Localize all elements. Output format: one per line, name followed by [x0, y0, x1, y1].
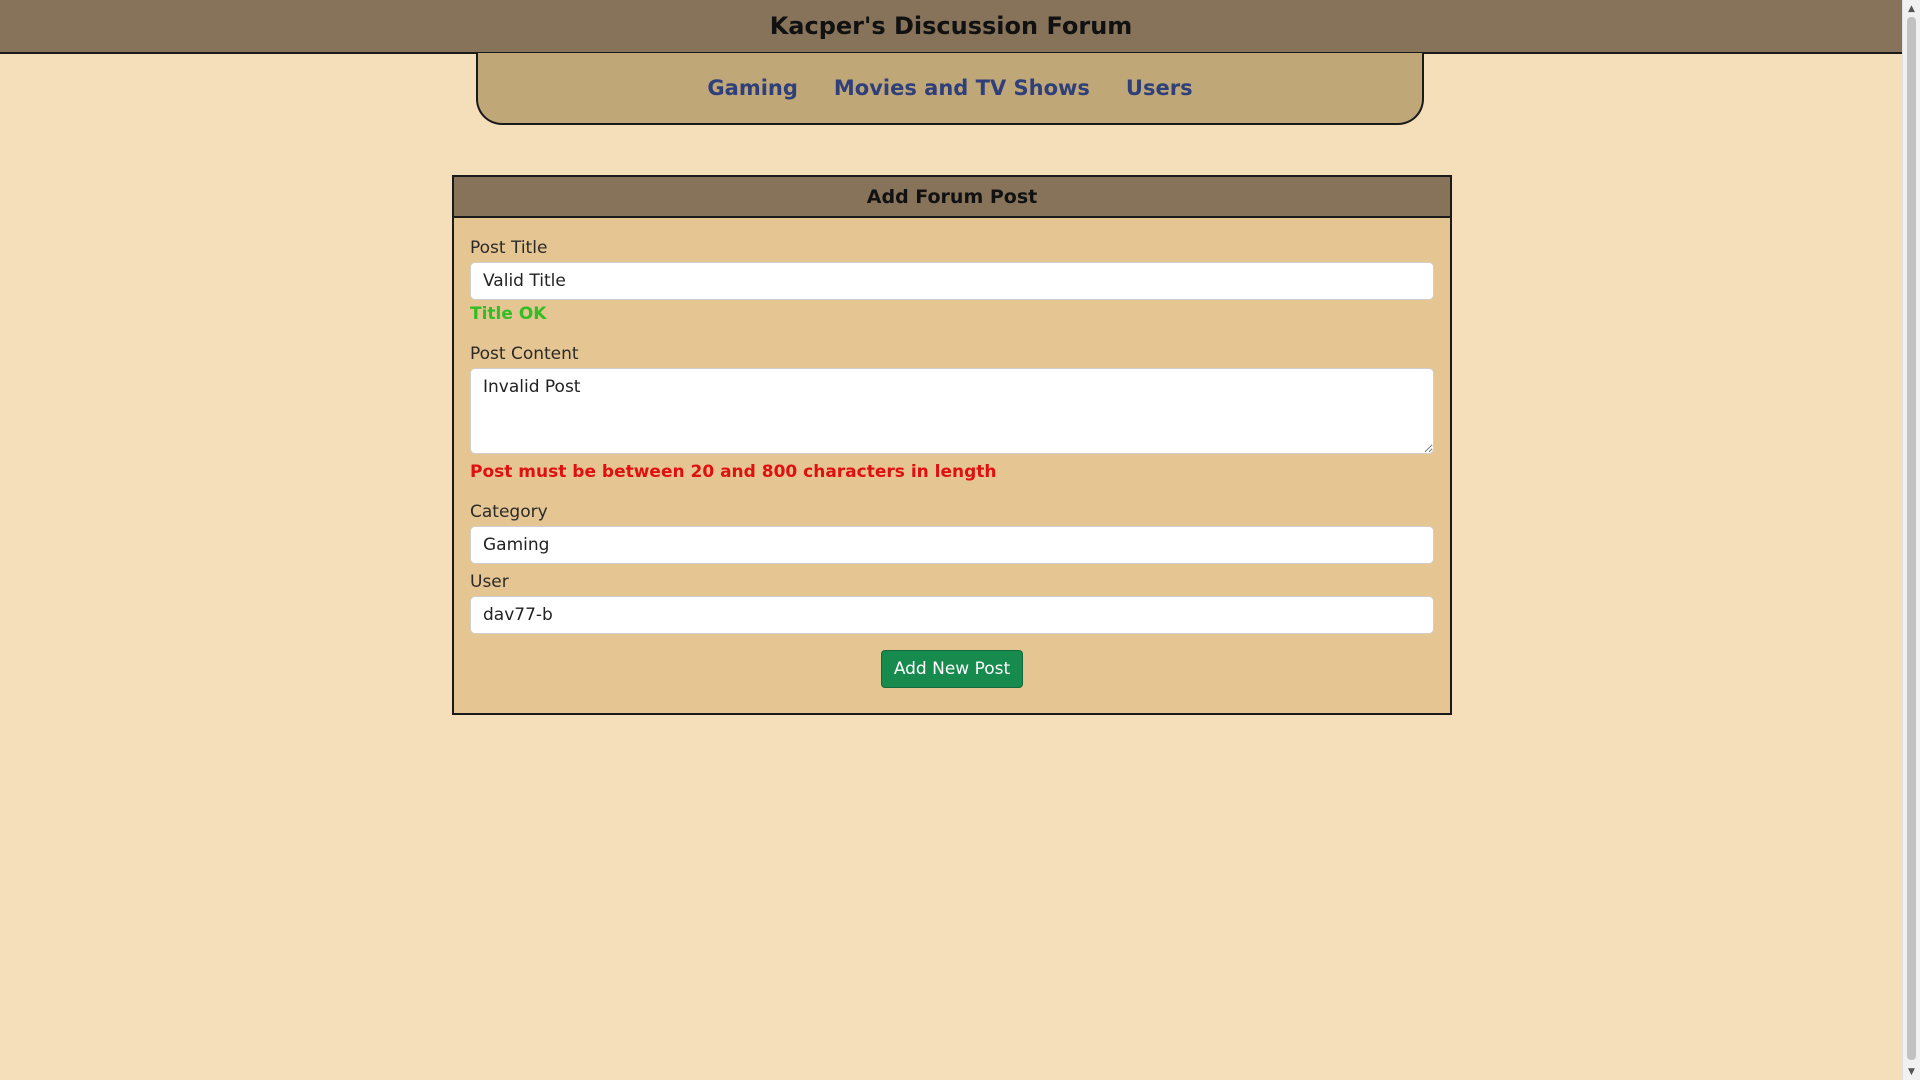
submit-row: Add New Post [470, 650, 1434, 688]
site-title: Kacper's Discussion Forum [769, 12, 1133, 40]
user-label: User [470, 572, 509, 592]
main-nav: Gaming Movies and TV Shows Users [476, 53, 1424, 125]
page: Kacper's Discussion Forum Gaming Movies … [0, 0, 1902, 1080]
user-input[interactable] [470, 596, 1434, 634]
form-body: Post Title Title OK Post Content Invalid… [454, 218, 1450, 688]
post-title-input[interactable] [470, 262, 1434, 300]
post-title-label: Post Title [470, 238, 548, 258]
category-label: Category [470, 502, 548, 522]
form-heading: Add Forum Post [454, 177, 1450, 218]
category-input[interactable] [470, 526, 1434, 564]
nav-link-movies-tv[interactable]: Movies and TV Shows [834, 76, 1090, 100]
title-valid-message: Title OK [470, 304, 547, 324]
post-content-label: Post Content [470, 344, 579, 364]
post-content-textarea[interactable]: Invalid Post [470, 368, 1434, 454]
nav-link-users[interactable]: Users [1126, 76, 1193, 100]
nav-link-gaming[interactable]: Gaming [707, 76, 797, 100]
scrollbar-thumb[interactable] [1907, 17, 1916, 1060]
scroll-up-arrow-icon[interactable]: ▲ [1903, 0, 1920, 17]
content-error-message: Post must be between 20 and 800 characte… [470, 462, 997, 482]
scroll-down-arrow-icon[interactable]: ▼ [1903, 1063, 1920, 1080]
add-post-form: Add Forum Post Post Title Title OK Post … [452, 175, 1452, 715]
add-new-post-button[interactable]: Add New Post [880, 650, 1024, 688]
site-header: Kacper's Discussion Forum [0, 0, 1902, 54]
page-scrollbar[interactable]: ▲ ▼ [1902, 0, 1920, 1080]
